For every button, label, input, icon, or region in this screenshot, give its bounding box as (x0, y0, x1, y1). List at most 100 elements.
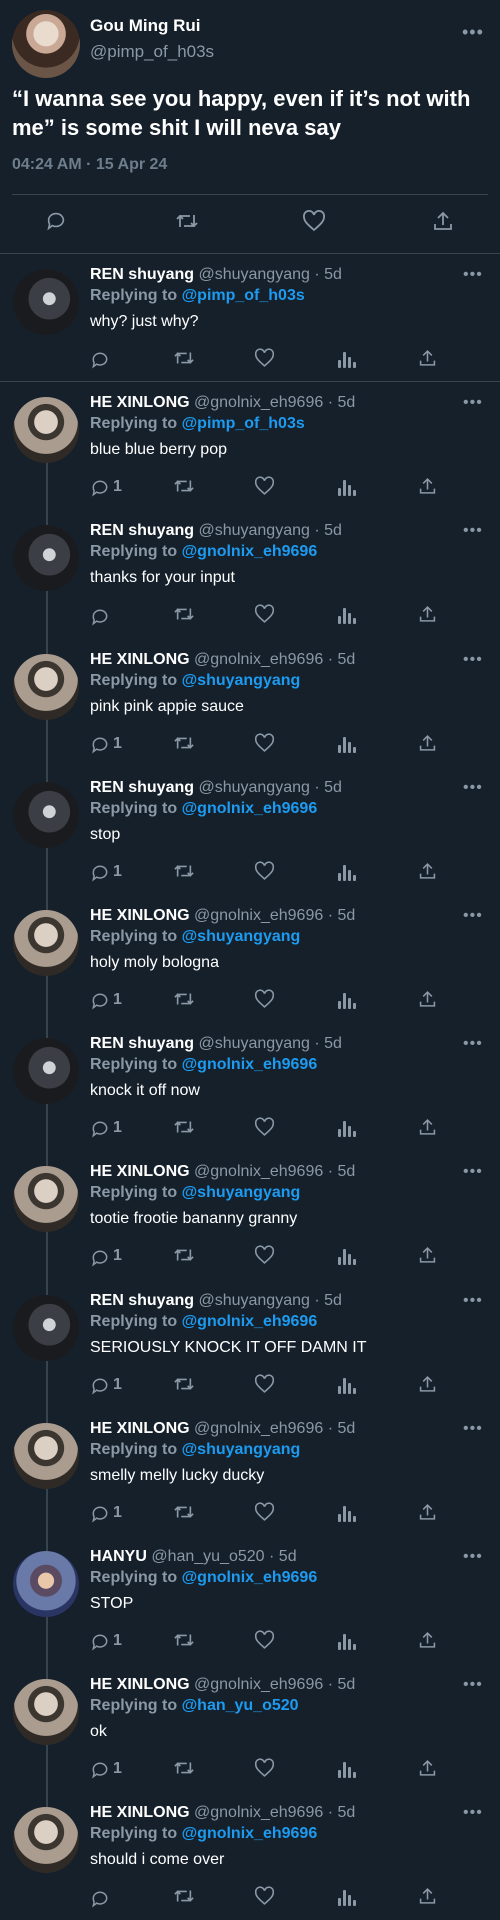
more-icon[interactable]: ••• (463, 1035, 483, 1053)
more-icon[interactable]: ••• (463, 522, 483, 540)
mention-link[interactable]: @gnolnix_eh9696 (182, 800, 318, 817)
share-icon[interactable] (418, 1245, 437, 1265)
retweet-icon[interactable] (173, 1758, 195, 1778)
retweet-icon[interactable] (173, 1630, 195, 1650)
reply-author-handle[interactable]: @gnolnix_eh9696 (194, 651, 323, 668)
reply-tweet[interactable]: HE XINLONG @gnolnix_eh9696 · 5d ••• Replyi… (0, 1151, 500, 1295)
avatar[interactable] (13, 1294, 79, 1361)
share-icon[interactable] (418, 1117, 437, 1137)
mention-link[interactable]: @shuyangyang (182, 1441, 301, 1458)
like-icon[interactable] (302, 210, 326, 232)
mention-link[interactable]: @shuyangyang (182, 928, 301, 945)
reply-author-name[interactable]: HE XINLONG (90, 1420, 190, 1437)
retweet-icon[interactable] (173, 1502, 195, 1522)
reply-icon[interactable]: 1 (90, 733, 122, 755)
share-icon[interactable] (418, 476, 437, 496)
share-icon[interactable] (418, 1502, 437, 1522)
mention-link[interactable]: @pimp_of_h03s (182, 287, 305, 304)
reply-author-name[interactable]: HANYU (90, 1548, 147, 1565)
analytics-icon[interactable] (338, 991, 356, 1009)
reply-tweet[interactable]: HE XINLONG @gnolnix_eh9696 · 5d ••• Replyi… (0, 1664, 500, 1808)
avatar[interactable] (13, 1166, 79, 1233)
retweet-icon[interactable] (173, 604, 195, 624)
avatar[interactable] (13, 1551, 79, 1617)
reply-time[interactable]: · 5d (328, 394, 356, 411)
more-icon[interactable]: ••• (463, 1163, 483, 1181)
reply-time[interactable]: · 5d (314, 1292, 342, 1309)
like-icon[interactable] (254, 1630, 275, 1650)
analytics-icon[interactable] (338, 863, 356, 881)
reply-tweet[interactable]: HE XINLONG @gnolnix_eh9696 · 5d ••• Replyi… (0, 382, 500, 526)
like-icon[interactable] (254, 604, 275, 624)
like-icon[interactable] (254, 1886, 275, 1906)
analytics-icon[interactable] (338, 1760, 356, 1779)
retweet-icon[interactable] (173, 1245, 195, 1265)
reply-author-name[interactable]: HE XINLONG (90, 1676, 190, 1693)
share-icon[interactable] (418, 1758, 437, 1778)
more-icon[interactable]: ••• (462, 22, 484, 43)
reply-tweet[interactable]: HE XINLONG @gnolnix_eh9696 · 5d ••• Replyi… (0, 1408, 500, 1551)
like-icon[interactable] (254, 1117, 275, 1137)
reply-author-name[interactable]: REN shuyang (90, 266, 194, 283)
analytics-icon[interactable] (338, 1119, 356, 1138)
main-handle[interactable]: @pimp_of_h03s (90, 42, 214, 62)
analytics-icon[interactable] (338, 478, 356, 497)
analytics-icon[interactable] (338, 1504, 356, 1522)
mention-link[interactable]: @gnolnix_eh9696 (182, 1313, 318, 1330)
share-icon[interactable] (418, 604, 437, 624)
avatar[interactable] (13, 269, 79, 335)
reply-icon[interactable]: 1 (90, 1117, 122, 1139)
like-icon[interactable] (254, 1758, 275, 1778)
reply-author-handle[interactable]: @shuyangyang (198, 266, 309, 283)
share-icon[interactable] (418, 861, 437, 881)
reply-time[interactable]: · 5d (328, 1420, 356, 1437)
mention-link[interactable]: @shuyangyang (182, 1184, 301, 1201)
reply-author-handle[interactable]: @gnolnix_eh9696 (194, 1420, 323, 1437)
like-icon[interactable] (254, 1245, 275, 1265)
reply-time[interactable]: · 5d (269, 1548, 297, 1565)
reply-author-name[interactable]: HE XINLONG (90, 907, 190, 924)
reply-icon[interactable]: 1 (90, 1758, 122, 1780)
reply-author-name[interactable]: HE XINLONG (90, 1804, 190, 1821)
share-icon[interactable] (418, 1886, 437, 1906)
like-icon[interactable] (254, 1374, 275, 1394)
reply-author-name[interactable]: REN shuyang (90, 522, 194, 539)
reply-author-name[interactable]: HE XINLONG (90, 394, 190, 411)
mention-link[interactable]: @shuyangyang (182, 672, 301, 689)
mention-link[interactable]: @pimp_of_h03s (182, 415, 305, 432)
retweet-icon[interactable] (173, 348, 195, 368)
reply-icon[interactable]: 1 (90, 989, 122, 1011)
reply-author-handle[interactable]: @shuyangyang (198, 779, 309, 796)
avatar[interactable] (13, 397, 79, 464)
more-icon[interactable]: ••• (463, 907, 483, 925)
avatar[interactable] (13, 1807, 79, 1874)
more-icon[interactable]: ••• (463, 266, 483, 284)
reply-tweet[interactable]: HANYU @han_yu_o520 · 5d ••• Replying to @g… (0, 1536, 500, 1680)
analytics-icon[interactable] (338, 735, 356, 753)
more-icon[interactable]: ••• (463, 1676, 483, 1694)
share-icon[interactable] (418, 989, 437, 1009)
reply-author-handle[interactable]: @shuyangyang (198, 1292, 309, 1309)
reply-time[interactable]: · 5d (314, 779, 342, 796)
reply-author-name[interactable]: REN shuyang (90, 1035, 194, 1052)
reply-time[interactable]: · 5d (314, 1035, 342, 1052)
avatar[interactable] (13, 910, 79, 976)
reply-author-handle[interactable]: @gnolnix_eh9696 (194, 1804, 323, 1821)
share-icon[interactable] (418, 733, 437, 753)
reply-author-handle[interactable]: @gnolnix_eh9696 (194, 1163, 323, 1180)
analytics-icon[interactable] (338, 1632, 356, 1650)
reply-icon[interactable]: 1 (90, 1245, 122, 1267)
like-icon[interactable] (254, 348, 275, 368)
mention-link[interactable]: @gnolnix_eh9696 (182, 543, 318, 560)
retweet-icon[interactable] (173, 1374, 195, 1394)
reply-time[interactable]: · 5d (328, 1676, 356, 1693)
retweet-icon[interactable] (173, 861, 195, 881)
reply-tweet[interactable]: REN shuyang @shuyangyang · 5d ••• Replying… (0, 254, 500, 382)
main-display-name[interactable]: Gou Ming Rui (90, 16, 200, 36)
reply-icon[interactable]: 1 (90, 476, 122, 498)
more-icon[interactable]: ••• (463, 779, 483, 797)
reply-icon[interactable] (90, 348, 113, 370)
reply-icon[interactable] (45, 210, 67, 232)
reply-icon[interactable] (90, 1886, 113, 1908)
avatar[interactable] (13, 781, 79, 848)
